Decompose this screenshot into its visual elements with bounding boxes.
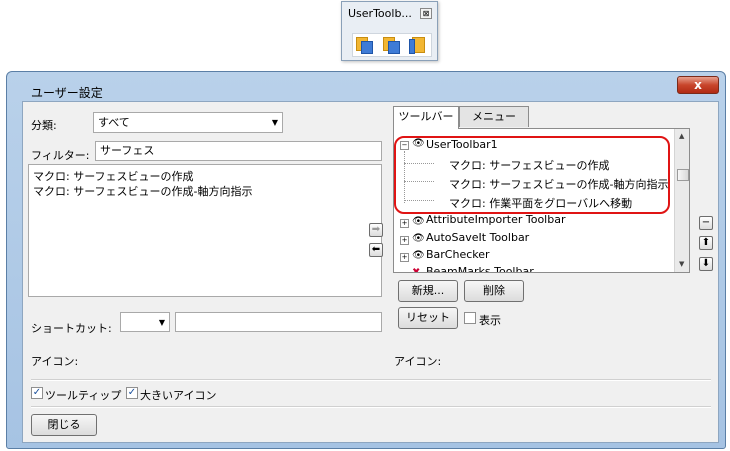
expand-icon[interactable]: + [400,219,409,228]
window-close-button[interactable]: x [677,76,719,94]
expand-icon[interactable]: + [400,236,409,245]
expand-icon[interactable]: + [400,253,409,262]
tree-item-barchecker[interactable]: BarChecker [426,248,490,261]
tree-item-attributeimporter[interactable]: AttributeImporter Toolbar [426,213,565,226]
chevron-down-icon: ▼ [271,118,278,127]
show-checkbox[interactable] [464,312,476,324]
eye-icon: 👁 [412,233,425,244]
move-up-icon[interactable]: ⬆ [699,236,713,250]
tab-menu[interactable]: メニュー [459,106,529,127]
tab-toolbar[interactable]: ツールバー [393,106,459,129]
right-tabs: ツールバー メニュー [393,106,703,130]
floating-user-toolbar: UserToolb... ⊠ [341,1,438,61]
list-item[interactable]: マクロ: サーフェスビューの作成-軸方向指示 [33,183,253,199]
macro-surface-view-icon[interactable] [356,37,373,54]
category-value: すべて [98,116,130,129]
filter-label: フィルター: [31,149,90,162]
scroll-up-icon[interactable]: ▲ [679,132,684,140]
close-icon[interactable]: ⊠ [420,8,432,19]
tooltip-label: ツールティップ [45,389,122,402]
hidden-icon: ✖ [412,267,421,273]
shortcut-label: ショートカット: [31,322,112,335]
move-down-icon[interactable]: ⬇ [699,257,713,271]
tooltip-checkbox[interactable]: ✓ [31,387,43,399]
large-icon-label: 大きいアイコン [140,389,217,402]
category-label: 分類: [31,119,57,132]
reset-toolbar-button[interactable]: リセット [398,307,458,329]
macro-workplane-global-icon[interactable] [409,37,425,54]
shortcut-modifier-select[interactable]: ▼ [120,312,170,332]
user-settings-window: ユーザー設定 x 分類: すべて ▼ フィルター: サーフェス マクロ: サーフ… [6,71,726,449]
add-arrow-icon[interactable]: ➡ [369,223,383,237]
tree-item-beammarks[interactable]: BeamMarks Toolbar [426,265,534,272]
list-item[interactable]: マクロ: サーフェスビューの作成 [33,168,194,184]
scroll-thumb[interactable] [677,169,689,181]
right-icon-label: アイコン: [394,355,442,368]
chevron-down-icon: ▼ [158,318,165,327]
filter-input[interactable]: サーフェス [95,141,382,161]
new-toolbar-button[interactable]: 新規... [398,280,458,302]
shortcut-key-input[interactable] [175,312,382,332]
minus-icon[interactable]: − [699,216,713,230]
highlight-outline [394,136,670,214]
large-icon-checkbox[interactable]: ✓ [126,387,138,399]
tree-item-autosaveit[interactable]: AutoSaveIt Toolbar [426,231,529,244]
floating-toolbar-icons [352,33,432,57]
show-label: 表示 [479,314,501,327]
eye-icon: 👁 [412,216,425,227]
eye-icon: 👁 [412,250,425,261]
divider [31,379,711,381]
remove-arrow-icon[interactable]: ⬅ [369,243,383,257]
delete-toolbar-button[interactable]: 削除 [464,280,524,302]
left-icon-label: アイコン: [31,355,79,368]
divider [31,406,711,408]
scroll-down-icon[interactable]: ▼ [679,260,684,268]
tree-scrollbar[interactable]: ▲ ▼ [674,129,689,272]
macro-surface-view-axis-icon[interactable] [383,37,400,54]
floating-toolbar-title: UserToolb... [348,7,412,20]
category-select[interactable]: すべて ▼ [93,112,283,133]
window-title: ユーザー設定 [31,86,103,100]
command-listbox[interactable]: マクロ: サーフェスビューの作成 マクロ: サーフェスビューの作成-軸方向指示 [28,164,382,297]
dialog-client: 分類: すべて ▼ フィルター: サーフェス マクロ: サーフェスビューの作成 … [22,101,719,443]
close-dialog-button[interactable]: 閉じる [31,414,97,436]
